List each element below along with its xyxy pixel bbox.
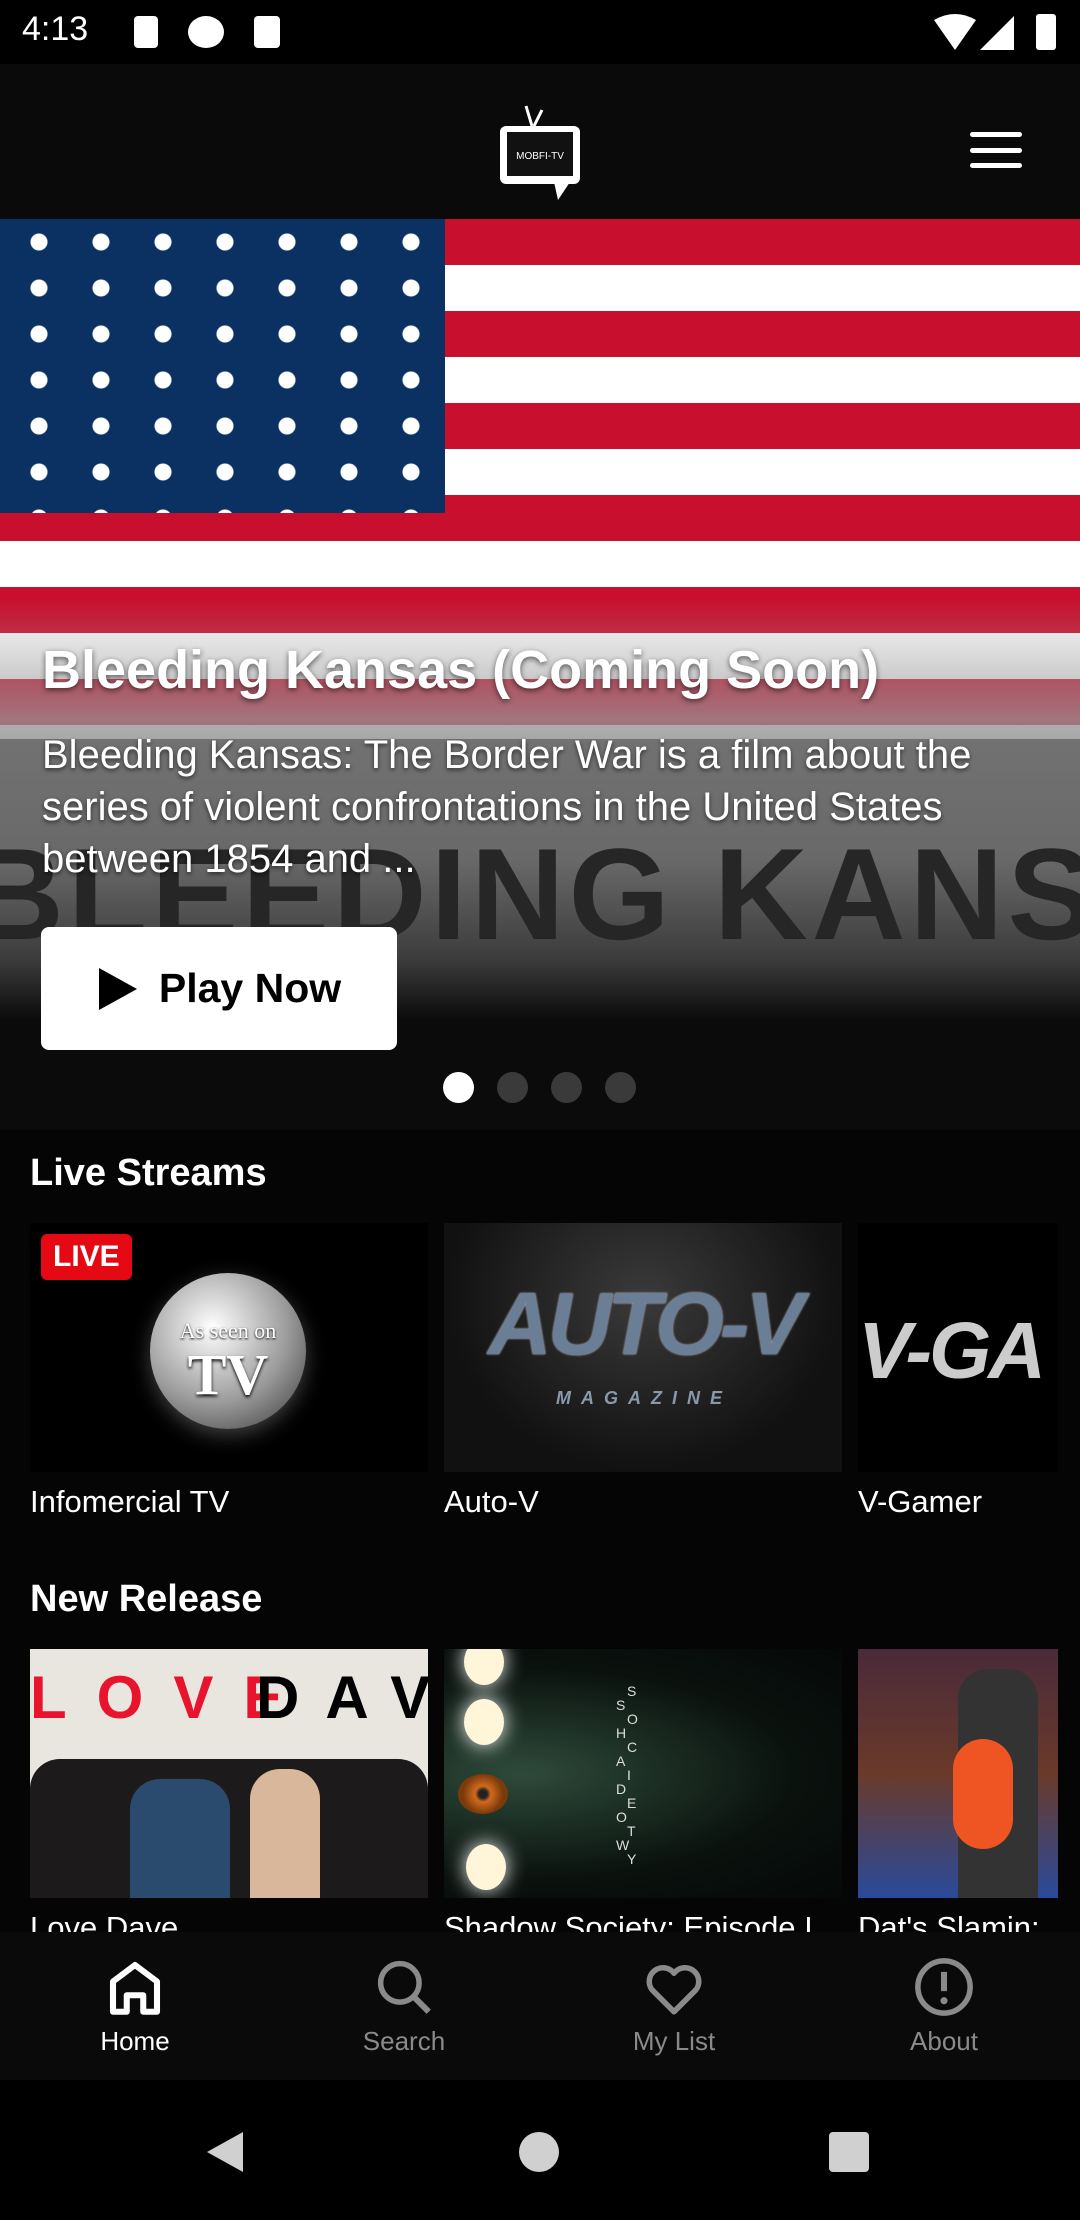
info-icon bbox=[915, 1958, 973, 2016]
eye bbox=[458, 1774, 508, 1814]
mobfi-tv-logo[interactable]: MOBFI-TV bbox=[498, 104, 582, 200]
recents-icon[interactable] bbox=[829, 2132, 869, 2172]
live-card-v-gamer[interactable]: V-GA bbox=[858, 1223, 1058, 1472]
battery-icon bbox=[1036, 14, 1056, 50]
home-icon bbox=[109, 1961, 161, 2015]
carousel-dot-1[interactable] bbox=[443, 1072, 474, 1103]
system-navigation-bar bbox=[0, 2080, 1080, 2220]
nav-about[interactable]: About bbox=[844, 1954, 1044, 2057]
card-label: Love Dave bbox=[30, 1910, 179, 1932]
light-orb bbox=[464, 1699, 504, 1745]
search-icon bbox=[377, 1960, 431, 2014]
live-badge: LIVE bbox=[41, 1234, 132, 1280]
nav-label: Search bbox=[362, 2026, 446, 2056]
card-label: Dat's Slamin: bbox=[858, 1910, 1040, 1932]
play-now-label: Play Now bbox=[158, 965, 342, 1011]
hamburger-menu-icon[interactable] bbox=[970, 132, 1022, 168]
section-title-live-streams: Live Streams bbox=[30, 1152, 267, 1194]
status-bar: 4:13 bbox=[0, 0, 1080, 64]
bottom-navigation: Home Search My List About bbox=[0, 1932, 1080, 2080]
light-orb bbox=[464, 1649, 504, 1685]
wifi-icon bbox=[934, 14, 976, 50]
back-icon[interactable] bbox=[205, 2130, 245, 2174]
live-card-infomercial-tv[interactable]: As seen on TV LIVE bbox=[30, 1223, 428, 1472]
hero-title: Bleeding Kansas (Coming Soon) bbox=[42, 640, 880, 700]
carousel-dot-2[interactable] bbox=[497, 1072, 528, 1103]
app-header: MOBFI-TV bbox=[0, 64, 1080, 219]
hero-description: Bleeding Kansas: The Border War is a fil… bbox=[42, 733, 972, 881]
man-figure bbox=[130, 1779, 230, 1898]
carousel-dot-4[interactable] bbox=[605, 1072, 636, 1103]
sd-card-icon bbox=[254, 16, 280, 48]
section-title-new-release: New Release bbox=[30, 1578, 263, 1620]
carousel-dot-3[interactable] bbox=[551, 1072, 582, 1103]
play-now-button[interactable]: Play Now bbox=[41, 927, 397, 1050]
signal-icon bbox=[980, 16, 1014, 50]
card-label: Infomercial TV bbox=[30, 1484, 230, 1519]
nav-my-list[interactable]: My List bbox=[574, 1954, 774, 2057]
card-label: Auto-V bbox=[444, 1484, 539, 1519]
nav-home[interactable]: Home bbox=[35, 1954, 235, 2057]
live-card-auto-v[interactable]: AUTO-V MAGAZINE bbox=[444, 1223, 842, 1472]
plush-figure bbox=[953, 1739, 1013, 1849]
card-label: Shadow Society: Episode I bbox=[444, 1910, 813, 1932]
nav-label: My List bbox=[632, 2026, 716, 2056]
status-time: 4:13 bbox=[22, 10, 89, 48]
a-notification-icon bbox=[134, 16, 158, 48]
card-label: V-Gamer bbox=[858, 1484, 983, 1519]
heart-icon bbox=[646, 1965, 702, 2015]
doll-figure bbox=[250, 1769, 320, 1898]
release-card-dats-slamin[interactable] bbox=[858, 1649, 1058, 1898]
home-system-icon[interactable] bbox=[519, 2132, 559, 2172]
nav-label: About bbox=[910, 2026, 978, 2056]
release-card-shadow-society[interactable]: SHADOW SOCIETY bbox=[444, 1649, 842, 1898]
play-icon bbox=[98, 967, 137, 1010]
hero-banner[interactable]: BLEEDING KANSAS Bleeding Kansas (Coming … bbox=[0, 219, 1080, 1130]
light-orb bbox=[466, 1844, 506, 1890]
nav-label: Home bbox=[100, 2026, 170, 2056]
p-notification-icon bbox=[188, 16, 224, 48]
svg-text:MOBFI-TV: MOBFI-TV bbox=[516, 151, 564, 162]
nav-search[interactable]: Search bbox=[304, 1954, 504, 2057]
release-card-love-dave[interactable]: LOVE DAVE bbox=[30, 1649, 428, 1898]
